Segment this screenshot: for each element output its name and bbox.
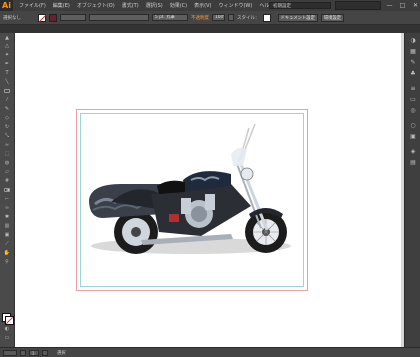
perspective-icon[interactable]: ▱ <box>3 170 11 175</box>
current-tool-label: 選択 <box>57 350 66 356</box>
free-transform-icon[interactable]: ⬚ <box>3 152 11 157</box>
artboard[interactable] <box>76 109 308 291</box>
layers-panel-icon[interactable]: ◈ <box>409 148 417 155</box>
artboards-panel-icon[interactable]: ▤ <box>409 159 417 166</box>
menu-object[interactable]: オブジェクト(O) <box>77 2 115 9</box>
panel-dock: ◑ ▦ ✎ ♣ ≡ ▭ ◎ ○ ▣ ◈ ▤ <box>404 33 420 347</box>
fill-swatch[interactable] <box>38 13 46 22</box>
document-tab-bar <box>0 25 420 33</box>
brush-dropdown[interactable]: 5 pt. 丸筆 <box>152 14 188 21</box>
type-icon[interactable]: T <box>3 71 11 76</box>
variable-width-dropdown[interactable] <box>89 14 149 21</box>
prev-artboard-button[interactable] <box>20 349 26 356</box>
width-icon[interactable]: ≈ <box>3 143 11 148</box>
menu-file[interactable]: ファイル(F) <box>19 2 46 9</box>
workspace-switcher[interactable]: 初期設定 <box>269 2 331 9</box>
menu-edit[interactable]: 編集(E) <box>53 2 70 9</box>
stroke-field[interactable] <box>60 14 86 21</box>
zoom-field[interactable] <box>3 349 17 356</box>
direct-selection-tool-icon[interactable]: △ <box>3 44 11 49</box>
style-label: スタイル： <box>237 15 260 21</box>
brushes-panel-icon[interactable]: ✎ <box>409 59 417 66</box>
transparency-panel-icon[interactable]: ◎ <box>409 107 417 114</box>
menu-right: 初期設定 — □ ✕ <box>269 0 420 11</box>
control-bar: 選択なし 5 pt. 丸筆 不透明度 100% スタイル： ドキュメント設定 環… <box>0 11 420 25</box>
line-icon[interactable]: ╲ <box>3 80 11 85</box>
status-bar: 1 選択 <box>0 347 420 357</box>
menu-window[interactable]: ウィンドウ(W) <box>218 2 252 9</box>
pencil-icon[interactable]: ✎ <box>3 107 11 112</box>
menu-view[interactable]: 表示(V) <box>194 2 211 9</box>
selection-status: 選択なし <box>3 15 21 21</box>
fill-stroke-indicator[interactable] <box>2 313 14 325</box>
artboard-number-field[interactable]: 1 <box>29 349 39 356</box>
stroke-panel-icon[interactable]: ≡ <box>409 85 417 92</box>
selection-tool-icon[interactable]: ▲ <box>3 36 11 41</box>
eyedropper-icon[interactable]: ⌐ <box>3 197 11 202</box>
eraser-icon[interactable]: ◇ <box>3 116 11 121</box>
preferences-button[interactable]: 環境設定 <box>320 13 345 22</box>
style-swatch[interactable] <box>262 13 271 22</box>
artboard-tool-icon[interactable]: ▣ <box>3 233 11 238</box>
search-field[interactable] <box>335 1 381 10</box>
graphic-styles-panel-icon[interactable]: ▣ <box>409 133 417 140</box>
opacity-field[interactable]: 100% <box>212 14 225 21</box>
main-menu: ファイル(F) 編集(E) オブジェクト(O) 書式(T) 選択(S) 効果(C… <box>19 2 282 9</box>
slice-icon[interactable]: ⟋ <box>3 242 11 247</box>
stroke-swatch[interactable] <box>49 13 57 22</box>
menu-select[interactable]: 選択(S) <box>146 2 163 9</box>
scale-icon[interactable]: ⤡ <box>3 134 11 139</box>
mesh-icon[interactable]: # <box>3 179 11 184</box>
menu-effect[interactable]: 効果(C) <box>170 2 187 9</box>
motorcycle-artwork[interactable] <box>81 114 303 286</box>
close-button[interactable]: ✕ <box>411 0 420 11</box>
maximize-button[interactable]: □ <box>398 0 407 11</box>
document-setup-button[interactable]: ドキュメント設定 <box>277 13 318 22</box>
menu-bar: Ai ファイル(F) 編集(E) オブジェクト(O) 書式(T) 選択(S) 効… <box>0 0 420 11</box>
canvas-area[interactable] <box>15 33 401 347</box>
shape-builder-icon[interactable]: ◍ <box>3 161 11 166</box>
minimize-button[interactable]: — <box>385 0 394 11</box>
rectangle-icon[interactable] <box>3 89 11 94</box>
color-panel-icon[interactable]: ◑ <box>409 37 417 44</box>
artboard-bleed-guide <box>80 113 304 287</box>
pen-icon[interactable]: ✒ <box>3 62 11 67</box>
opacity-arrow[interactable] <box>228 14 234 21</box>
screen-mode-icon[interactable]: ▭ <box>3 336 11 341</box>
appearance-panel-icon[interactable]: ○ <box>409 122 417 129</box>
hand-icon[interactable]: ✋ <box>3 251 11 256</box>
paintbrush-icon[interactable]: ⁄ <box>3 98 11 103</box>
symbol-sprayer-icon[interactable]: ✱ <box>3 215 11 220</box>
zoom-icon[interactable]: ⚲ <box>3 260 11 265</box>
gradient-panel-icon[interactable]: ▭ <box>409 96 417 103</box>
rotate-icon[interactable]: ↻ <box>3 125 11 130</box>
symbols-panel-icon[interactable]: ♣ <box>409 70 417 77</box>
gradient-icon[interactable] <box>3 188 11 193</box>
opacity-label[interactable]: 不透明度 <box>191 15 209 21</box>
app-logo: Ai <box>0 0 13 11</box>
swatches-panel-icon[interactable]: ▦ <box>409 48 417 55</box>
graph-icon[interactable]: ▥ <box>3 224 11 229</box>
tools-panel: ▲ △ ✦ ✒ T ╲ ⁄ ✎ ◇ ↻ ⤡ ≈ ⬚ ◍ ▱ # ⌐ ∞ ✱ ▥ … <box>0 33 15 347</box>
drawing-mode-icon[interactable]: ◐ <box>3 327 11 332</box>
next-artboard-button[interactable] <box>42 349 48 356</box>
menu-type[interactable]: 書式(T) <box>122 2 139 9</box>
blend-icon[interactable]: ∞ <box>3 206 11 211</box>
stroke-color-icon[interactable] <box>5 316 14 325</box>
magic-wand-icon[interactable]: ✦ <box>3 53 11 58</box>
